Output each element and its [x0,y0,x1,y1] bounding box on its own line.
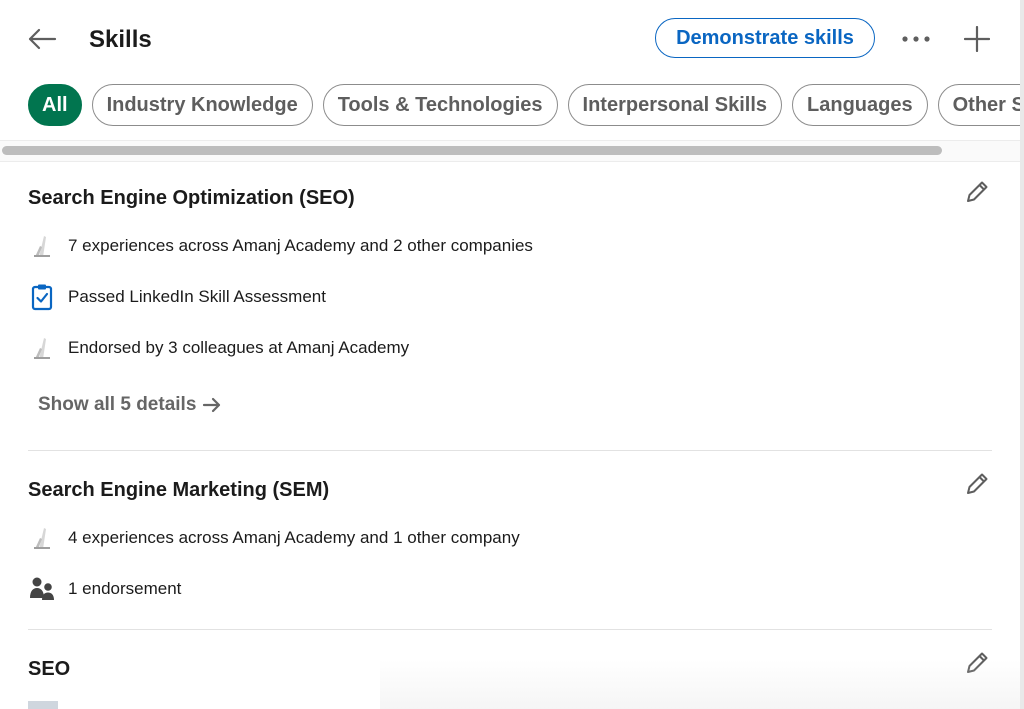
skill-detail-row: 4 experiences across Amanj Academy and 1… [28,524,520,552]
show-all-details-link[interactable]: Show all 5 details [38,394,222,416]
show-all-label: Show all 5 details [38,394,197,415]
page-title: Skills [89,26,152,53]
skill-detail-text: Passed LinkedIn Skill Assessment [68,287,326,306]
pencil-icon [967,473,988,494]
filter-interpersonal-skills[interactable]: Interpersonal Skills [567,84,783,126]
skill-title: Search Engine Marketing (SEM) [28,479,330,501]
filter-other-skills[interactable]: Other S [937,84,1024,126]
edit-skill-button[interactable] [960,175,994,209]
skill-filter-tabs: All Industry Knowledge Tools & Technolog… [28,84,1024,126]
skill-detail-text: 1 endorsement [68,579,182,598]
company-logo-icon [28,701,58,709]
skill-detail-row: Passed LinkedIn Skill Assessment [28,283,326,311]
skill-detail-row: 1 endorsement [28,575,181,603]
filter-tools-technologies[interactable]: Tools & Technologies [322,84,558,126]
company-logo-icon [28,232,56,260]
header: Skills Demonstrate skills [0,0,1024,80]
section-divider [28,450,992,451]
window-edge [1020,0,1024,709]
skill-detail-text: 4 experiences across Amanj Academy and 1… [68,528,520,547]
skills-page: Skills Demonstrate skills All Industry K… [0,0,1024,709]
scrollbar-thumb[interactable] [2,146,942,155]
plus-icon [964,26,990,52]
edit-skill-button[interactable] [960,646,994,680]
skill-title: Search Engine Optimization (SEO) [28,187,355,209]
skill-detail-text: Endorsed by 3 colleagues at Amanj Academ… [68,338,410,357]
arrow-right-icon [203,397,221,413]
skill-detail-row: 7 experiences across Amanj Academy and 2… [28,232,533,260]
filter-industry-knowledge[interactable]: Industry Knowledge [91,84,313,126]
pencil-icon [967,652,988,673]
skill-title: SEO [28,658,71,680]
filter-all[interactable]: All [28,84,82,126]
people-icon [28,575,56,603]
ellipsis-icon [902,36,930,42]
skill-item: SEO [28,652,992,709]
pencil-icon [967,181,988,202]
arrow-left-icon [28,28,57,50]
demonstrate-skills-button[interactable]: Demonstrate skills [655,18,875,58]
assessment-clipboard-icon [28,283,56,311]
skill-detail-row: Endorsed by 3 colleagues at Amanj Academ… [28,334,409,362]
more-options-button[interactable] [896,22,936,56]
section-divider [28,629,992,630]
horizontal-scrollbar[interactable] [0,140,1024,162]
edit-skill-button[interactable] [960,467,994,501]
add-skill-button[interactable] [957,22,997,56]
company-logo-icon [28,524,56,552]
skill-item: Search Engine Optimization (SEO) 7 exper… [28,181,992,427]
company-logo-icon [28,334,56,362]
skill-item: Search Engine Marketing (SEM) 4 experien… [28,473,992,609]
filter-languages[interactable]: Languages [792,84,928,126]
back-button[interactable] [22,22,62,56]
skill-detail-text: 7 experiences across Amanj Academy and 2… [68,236,533,255]
